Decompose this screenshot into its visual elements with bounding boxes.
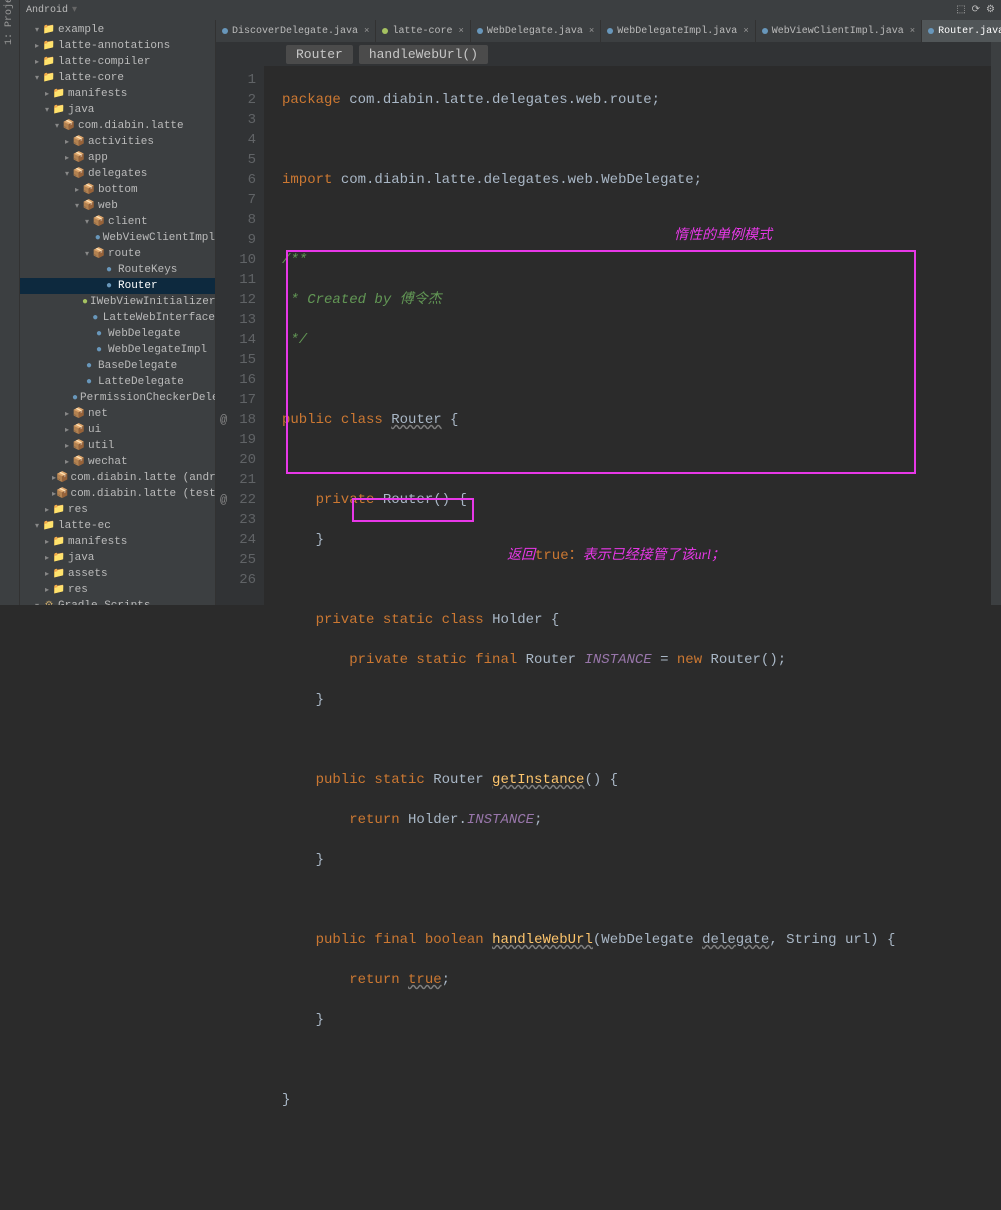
tree-assets[interactable]: ▸📁assets [20,566,215,582]
tab-WebDelegateImpl.java[interactable]: WebDelegateImpl.java× [601,20,755,42]
annotation-return: 返回true：表示已经接管了该url； [486,526,725,586]
tree-com.diabin.latte[interactable]: ▾📦com.diabin.latte [20,118,215,134]
breadcrumb-method[interactable]: handleWebUrl() [359,45,488,64]
code-editor[interactable]: 1234567891011121314151617@18192021@22232… [216,66,1001,605]
tree-RouteKeys[interactable]: ●RouteKeys [20,262,215,278]
tree-app[interactable]: ▸📦app [20,150,215,166]
header-label: Android [26,5,68,16]
code-area[interactable]: package com.diabin.latte.delegates.web.r… [264,66,1001,605]
annotation-singleton: 惰性的单例模式 [674,226,772,246]
tree-manifests[interactable]: ▸📁manifests [20,534,215,550]
tree-java[interactable]: ▾📁java [20,102,215,118]
tree-LatteWebInterface[interactable]: ●LatteWebInterface [20,310,215,326]
tree-util[interactable]: ▸📦util [20,438,215,454]
tree-latte-core[interactable]: ▾📁latte-core [20,70,215,86]
tree-latte-ec[interactable]: ▾📁latte-ec [20,518,215,534]
tree-LatteDelegate[interactable]: ●LatteDelegate [20,374,215,390]
tree-com.diabin.latte (test)[interactable]: ▸📦com.diabin.latte (test) [20,486,215,502]
tree-res[interactable]: ▸📁res [20,582,215,598]
tree-wechat[interactable]: ▸📦wechat [20,454,215,470]
header-icons[interactable]: ⬚ ⟳ ⚙ [956,4,995,16]
tree-route[interactable]: ▾📦route [20,246,215,262]
breadcrumb: Router handleWebUrl() [216,42,1001,66]
tree-WebDelegate[interactable]: ●WebDelegate [20,326,215,342]
tab-WebViewClientImpl.java[interactable]: WebViewClientImpl.java× [756,20,922,42]
tree-PermissionCheckerDelegate[interactable]: ●PermissionCheckerDelegate [20,390,215,406]
tree-activities[interactable]: ▸📦activities [20,134,215,150]
breadcrumb-class[interactable]: Router [286,45,353,64]
left-tool-strip: 1: Project [0,0,20,605]
right-gutter [991,42,1001,605]
tree-Router[interactable]: ●Router [20,278,215,294]
highlight-box-singleton [286,250,916,474]
tree-manifests[interactable]: ▸📁manifests [20,86,215,102]
project-tree[interactable]: ▾📁example▸📁latte-annotations▸📁latte-comp… [20,20,216,605]
tree-latte-annotations[interactable]: ▸📁latte-annotations [20,38,215,54]
tree-ui[interactable]: ▸📦ui [20,422,215,438]
tree-latte-compiler[interactable]: ▸📁latte-compiler [20,54,215,70]
tab-latte-core[interactable]: latte-core× [376,20,470,42]
tree-res[interactable]: ▸📁res [20,502,215,518]
tree-java[interactable]: ▸📁java [20,550,215,566]
tree-BaseDelegate[interactable]: ●BaseDelegate [20,358,215,374]
tree-Gradle Scripts[interactable]: ▾⚙Gradle Scripts [20,598,215,605]
tree-client[interactable]: ▾📦client [20,214,215,230]
tree-WebDelegateImpl[interactable]: ●WebDelegateImpl [20,342,215,358]
tree-example[interactable]: ▾📁example [20,22,215,38]
gutter: 1234567891011121314151617@18192021@22232… [216,66,264,605]
tab-WebDelegate.java[interactable]: WebDelegate.java× [471,20,601,42]
tree-IWebViewInitializer[interactable]: ●IWebViewInitializer [20,294,215,310]
tree-web[interactable]: ▾📦web [20,198,215,214]
tree-WebViewClientImpl[interactable]: ●WebViewClientImpl [20,230,215,246]
tab-Router.java[interactable]: Router.java× [922,20,1001,42]
tree-bottom[interactable]: ▸📦bottom [20,182,215,198]
tool-project[interactable]: 1: Project [4,26,15,45]
tree-com.diabin.latte (androidTest)[interactable]: ▸📦com.diabin.latte (androidTest) [20,470,215,486]
tree-delegates[interactable]: ▾📦delegates [20,166,215,182]
tree-net[interactable]: ▸📦net [20,406,215,422]
tab-DiscoverDelegate.java[interactable]: DiscoverDelegate.java× [216,20,376,42]
project-header: Android ▾ ⬚ ⟳ ⚙ [20,0,1001,20]
editor-tabs[interactable]: DiscoverDelegate.java×latte-core×WebDele… [216,20,1001,42]
